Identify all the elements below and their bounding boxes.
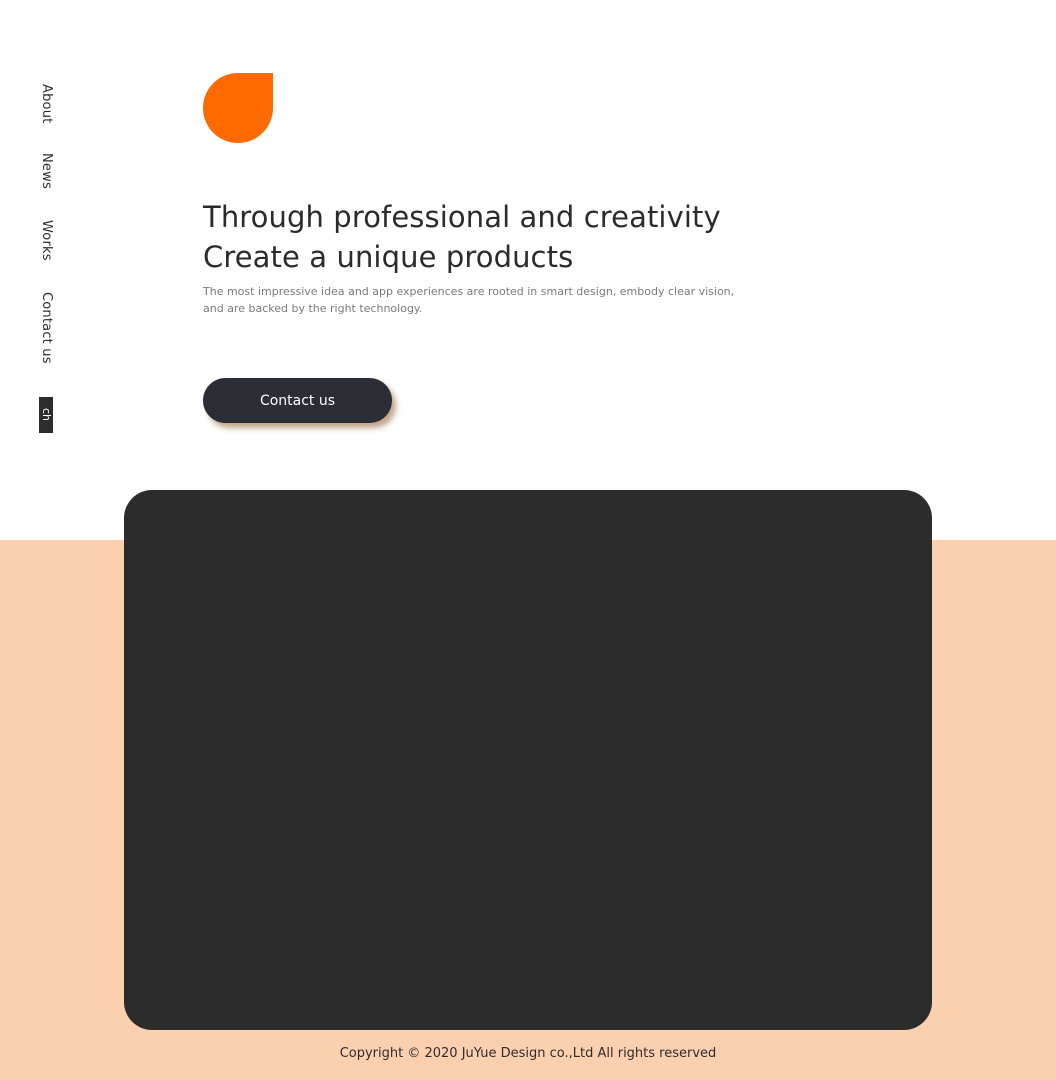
footer-copyright: Copyright © 2020 JuYue Design co.,Ltd Al… xyxy=(339,1046,717,1061)
nav-item-contact-us[interactable]: Contact us xyxy=(34,292,58,364)
side-nav: About News Works Contact us ch xyxy=(34,0,58,470)
brand-logo-icon xyxy=(203,73,273,143)
showcase-panel xyxy=(124,490,932,1030)
hero-description: The most impressive idea and app experie… xyxy=(203,283,763,317)
nav-item-works[interactable]: Works xyxy=(34,220,58,261)
hero-description-line-2: and are backed by the right technology. xyxy=(203,302,423,315)
hero-title-line-2: Create a unique products xyxy=(203,240,574,274)
page: About News Works Contact us ch Through p… xyxy=(0,0,1056,1080)
hero-description-line-1: The most impressive idea and app experie… xyxy=(203,285,735,298)
hero-title: Through professional and creativity Crea… xyxy=(203,197,803,277)
hero-title-line-1: Through professional and creativity xyxy=(203,200,721,234)
language-toggle[interactable]: ch xyxy=(39,397,53,433)
contact-us-button[interactable]: Contact us xyxy=(203,378,392,423)
nav-item-news[interactable]: News xyxy=(34,153,58,189)
nav-item-about[interactable]: About xyxy=(34,84,58,123)
